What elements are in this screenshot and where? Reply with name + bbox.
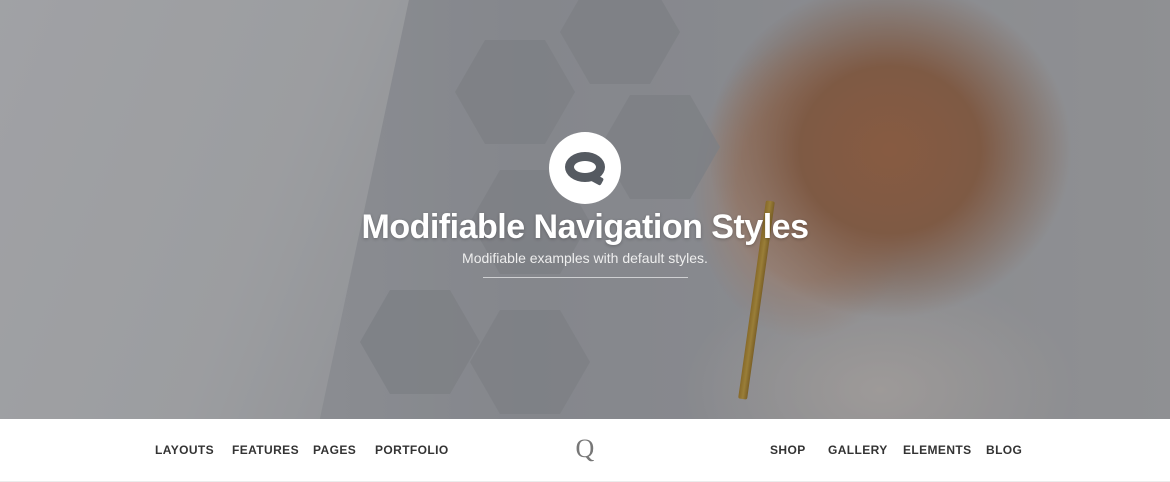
nav-logo[interactable]: Q: [576, 434, 595, 464]
nav-item-layouts[interactable]: LAYOUTS: [155, 443, 214, 457]
nav-item-portfolio[interactable]: PORTFOLIO: [375, 443, 449, 457]
nav-item-pages[interactable]: PAGES: [313, 443, 356, 457]
hero-subtitle: Modifiable examples with default styles.: [462, 250, 708, 266]
main-navigation: LAYOUTS FEATURES PAGES PORTFOLIO Q SHOP …: [0, 419, 1170, 482]
q-logo-icon: [549, 132, 621, 204]
nav-item-gallery[interactable]: GALLERY: [828, 443, 888, 457]
nav-item-shop[interactable]: SHOP: [770, 443, 806, 457]
hero-divider: [482, 277, 688, 278]
nav-item-elements[interactable]: ELEMENTS: [903, 443, 972, 457]
nav-item-blog[interactable]: BLOG: [986, 443, 1022, 457]
hero-title: Modifiable Navigation Styles: [361, 208, 809, 246]
hero-banner: Modifiable Navigation Styles Modifiable …: [0, 0, 1170, 419]
hero-content: Modifiable Navigation Styles Modifiable …: [0, 132, 1170, 278]
nav-item-features[interactable]: FEATURES: [232, 443, 299, 457]
